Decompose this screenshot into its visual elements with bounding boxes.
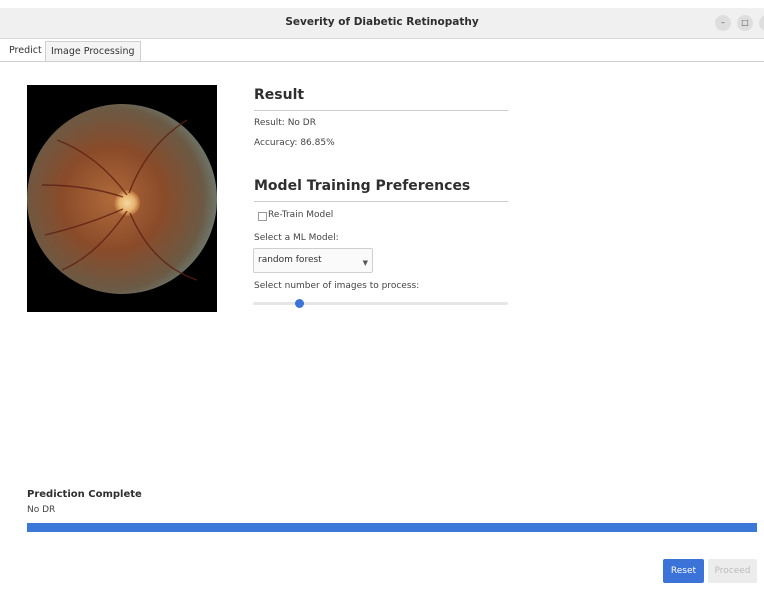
fundus-image-graphic (27, 85, 217, 312)
retrain-label[interactable]: Re-Train Model (268, 210, 333, 220)
close-icon[interactable]: × (759, 15, 764, 31)
fundus-image (27, 85, 217, 312)
status-title: Prediction Complete (27, 489, 142, 500)
model-select[interactable]: random forest ▼ (253, 248, 373, 273)
window-titlebar: Severity of Diabetic Retinopathy – □ × (0, 8, 764, 39)
minimize-icon[interactable]: – (715, 15, 731, 31)
progress-bar-fill (27, 523, 757, 532)
result-text: Result: No DR (254, 118, 316, 128)
preferences-heading: Model Training Preferences (254, 178, 471, 194)
tab-predict[interactable]: Predict (4, 41, 47, 60)
proceed-button[interactable]: Proceed (708, 559, 757, 583)
reset-button[interactable]: Reset (663, 559, 704, 583)
tab-bar: Predict Image Processing (0, 39, 764, 62)
images-slider-handle[interactable] (294, 299, 304, 308)
status-text: No DR (27, 505, 56, 515)
model-select-value: random forest (258, 255, 322, 265)
chevron-down-icon: ▼ (362, 259, 368, 267)
window-title: Severity of Diabetic Retinopathy (285, 16, 479, 28)
retrain-checkbox[interactable] (258, 212, 267, 221)
maximize-icon[interactable]: □ (737, 15, 753, 31)
result-heading: Result (254, 87, 305, 103)
images-slider-track[interactable] (253, 302, 508, 305)
images-count-label: Select number of images to process: (254, 281, 420, 291)
result-divider (254, 110, 508, 111)
progress-bar (27, 523, 757, 532)
model-select-label: Select a ML Model: (254, 233, 339, 243)
tab-image-processing[interactable]: Image Processing (45, 41, 141, 61)
preferences-divider (254, 201, 508, 202)
accuracy-text: Accuracy: 86.85% (254, 138, 335, 148)
